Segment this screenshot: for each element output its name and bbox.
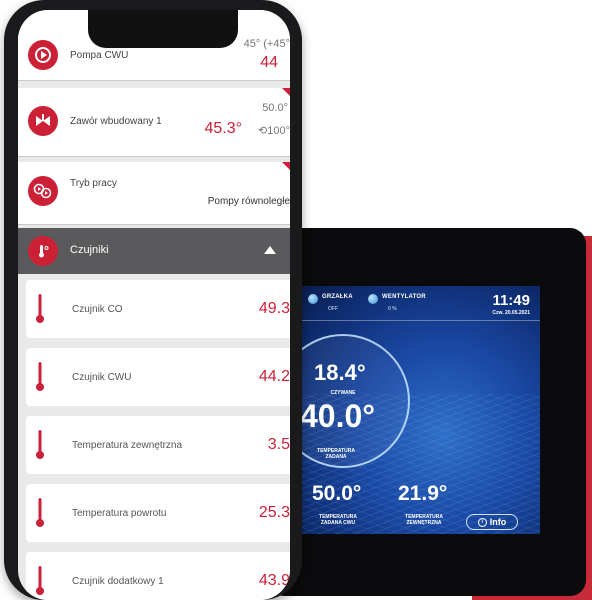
heater-label: GRZAŁKA bbox=[322, 294, 353, 300]
cwu-set-temperature: 50.0° bbox=[312, 482, 362, 505]
work-mode-icon bbox=[28, 176, 58, 206]
sensor-value: 25.3 bbox=[258, 504, 290, 521]
row-tryb-pracy[interactable]: Tryb pracy Pompy równoległe bbox=[18, 162, 290, 224]
fan-label: WENTYLATOR bbox=[382, 294, 426, 300]
valve-icon bbox=[28, 106, 58, 136]
sensor-label: Temperatura zewnętrzna bbox=[72, 440, 183, 451]
row-corner-marker bbox=[282, 162, 290, 170]
smartphone: Pompa CWU 45° (+45° 44 Zawór wbudowany 1… bbox=[4, 0, 302, 600]
section-title: Czujniki bbox=[70, 244, 109, 256]
current-temperature: 18.4° bbox=[314, 360, 366, 385]
sensor-value: 43.9 bbox=[258, 572, 290, 589]
row-extra: ⟲100° bbox=[258, 125, 290, 137]
row-label: Pompa CWU bbox=[70, 50, 129, 61]
sensor-row[interactable]: Czujnik dodatkowy 1 43.9 bbox=[26, 552, 290, 600]
sensor-row[interactable]: Czujnik CO 49.3 bbox=[26, 280, 290, 338]
row-value: 44 bbox=[260, 54, 278, 71]
row-label: Zawór wbudowany 1 bbox=[70, 116, 162, 127]
app-content: Pompa CWU 45° (+45° 44 Zawór wbudowany 1… bbox=[18, 10, 290, 600]
sensor-value: 3.5 bbox=[267, 436, 290, 453]
cwu-label-2: ZADANA CWU bbox=[320, 520, 356, 526]
outside-label-2: ZEWNĘTRZNA bbox=[406, 520, 442, 526]
row-value: 45.3° bbox=[204, 120, 242, 137]
phone-screen: Pompa CWU 45° (+45° 44 Zawór wbudowany 1… bbox=[18, 10, 290, 600]
sensor-row[interactable]: Temperatura zewnętrzna 3.5 bbox=[26, 416, 290, 474]
sensor-label: Temperatura powrotu bbox=[72, 508, 167, 519]
set-temperature-label-2: ZADANA bbox=[325, 454, 347, 460]
sensor-section-icon bbox=[28, 236, 58, 266]
pump-icon bbox=[28, 40, 58, 70]
info-icon: i bbox=[477, 517, 487, 527]
sensor-label: Czujnik CWU bbox=[72, 372, 132, 383]
row-subvalue: 45° (+45° bbox=[243, 38, 290, 50]
info-button-label: Info bbox=[489, 517, 507, 527]
thermometer-icon bbox=[36, 498, 44, 527]
sensor-row[interactable]: Temperatura powrotu 25.3 bbox=[26, 484, 290, 542]
phone-notch bbox=[88, 10, 238, 48]
section-czujniki[interactable]: Czujniki bbox=[18, 228, 290, 274]
outside-temperature: 21.9° bbox=[398, 482, 448, 505]
controller-status-bar: GRZAŁKA OFF WENTYLATOR 0 % 11:49 Czw. 20… bbox=[298, 286, 540, 321]
fan-status-icon bbox=[368, 294, 378, 304]
sensor-value: 44.2 bbox=[258, 368, 290, 385]
fan-state: 0 % bbox=[388, 306, 397, 312]
sensor-value: 49.3 bbox=[258, 300, 290, 317]
collapse-caret-icon[interactable] bbox=[264, 246, 276, 254]
sensor-label: Czujnik dodatkowy 1 bbox=[72, 576, 164, 587]
info-button[interactable]: i Info bbox=[466, 514, 518, 530]
thermometer-icon bbox=[36, 362, 44, 391]
heater-state: OFF bbox=[328, 306, 338, 312]
thermometer-icon bbox=[36, 294, 44, 323]
controller-date: Czw. 20.05.2021 bbox=[492, 310, 530, 316]
heater-status-icon bbox=[308, 294, 318, 304]
row-value: Pompy równoległe bbox=[207, 196, 290, 207]
controller-clock: 11:49 bbox=[492, 292, 530, 309]
row-corner-marker bbox=[282, 88, 290, 96]
sensor-label: Czujnik CO bbox=[72, 304, 123, 315]
controller-screen: GRZAŁKA OFF WENTYLATOR 0 % 11:49 Czw. 20… bbox=[298, 286, 540, 534]
thermometer-icon bbox=[36, 566, 44, 595]
thermometer-icon bbox=[36, 430, 44, 459]
current-temperature-label: CZYWANE bbox=[330, 390, 356, 396]
row-subvalue: 50.0° bbox=[262, 102, 288, 114]
set-temperature: 40.0° bbox=[300, 398, 376, 434]
row-label: Tryb pracy bbox=[70, 178, 117, 189]
row-zawor[interactable]: Zawór wbudowany 1 50.0° 45.3° ⟲100° bbox=[18, 88, 290, 156]
sensor-row[interactable]: Czujnik CWU 44.2 bbox=[26, 348, 290, 406]
